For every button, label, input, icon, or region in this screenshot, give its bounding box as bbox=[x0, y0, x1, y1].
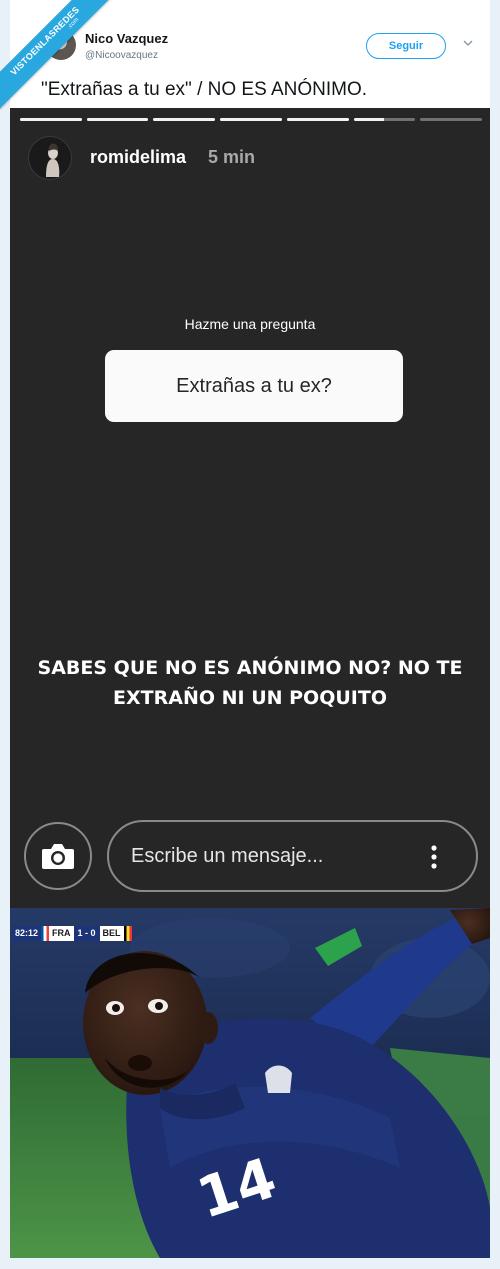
story-progress-bar bbox=[20, 118, 483, 121]
progress-segment bbox=[286, 118, 349, 121]
tweet-header: Nico Vazquez @Nicoovazquez Seguir "Extra… bbox=[10, 0, 490, 108]
author-avatar[interactable] bbox=[46, 30, 76, 60]
question-sticker: Extrañas a tu ex? bbox=[105, 350, 403, 422]
match-score: 1 - 0 bbox=[73, 926, 100, 941]
match-clock: 82:12 bbox=[12, 926, 42, 941]
progress-segment bbox=[420, 118, 483, 121]
reaction-photo: 14 82:12 FRA 1 - 0 BEL bbox=[10, 908, 490, 1258]
story-answer-text: SABES QUE NO ES ANÓNIMO NO? NO TE EXTRAÑ… bbox=[37, 657, 463, 709]
match-scoreboard: 82:12 FRA 1 - 0 BEL bbox=[12, 926, 132, 941]
tweet-text: "Extrañas a tu ex" / NO ES ANÓNIMO. bbox=[41, 79, 368, 100]
chevron-down-icon[interactable] bbox=[462, 37, 474, 49]
story-timestamp: 5 min bbox=[208, 147, 256, 167]
away-team: BEL bbox=[99, 926, 124, 941]
progress-segment bbox=[153, 118, 216, 121]
message-placeholder: Escribe un mensaje... bbox=[131, 845, 324, 867]
story-avatar[interactable] bbox=[28, 136, 72, 180]
home-team: FRA bbox=[49, 926, 74, 941]
belgium-flag-icon bbox=[123, 926, 132, 941]
camera-button[interactable] bbox=[24, 822, 92, 890]
story-username[interactable]: romidelima bbox=[90, 147, 186, 168]
football-player-image: 14 bbox=[10, 908, 490, 1258]
progress-segment bbox=[220, 118, 282, 121]
progress-segment bbox=[353, 118, 416, 121]
author-handle[interactable]: @Nicoovazquez bbox=[85, 50, 158, 61]
question-text: Extrañas a tu ex? bbox=[176, 374, 332, 397]
question-sticker-label: Hazme una pregunta bbox=[184, 316, 316, 332]
story-screenshot: romidelima 5 min Hazme una pregunta Extr… bbox=[10, 108, 490, 908]
more-vertical-icon[interactable] bbox=[429, 844, 439, 870]
follow-button[interactable]: Seguir bbox=[366, 33, 446, 59]
progress-segment bbox=[86, 118, 149, 121]
author-name[interactable]: Nico Vazquez bbox=[85, 31, 168, 46]
france-flag-icon bbox=[41, 926, 50, 941]
camera-icon bbox=[42, 844, 74, 869]
message-input[interactable]: Escribe un mensaje... bbox=[107, 820, 478, 892]
progress-segment bbox=[20, 118, 82, 121]
